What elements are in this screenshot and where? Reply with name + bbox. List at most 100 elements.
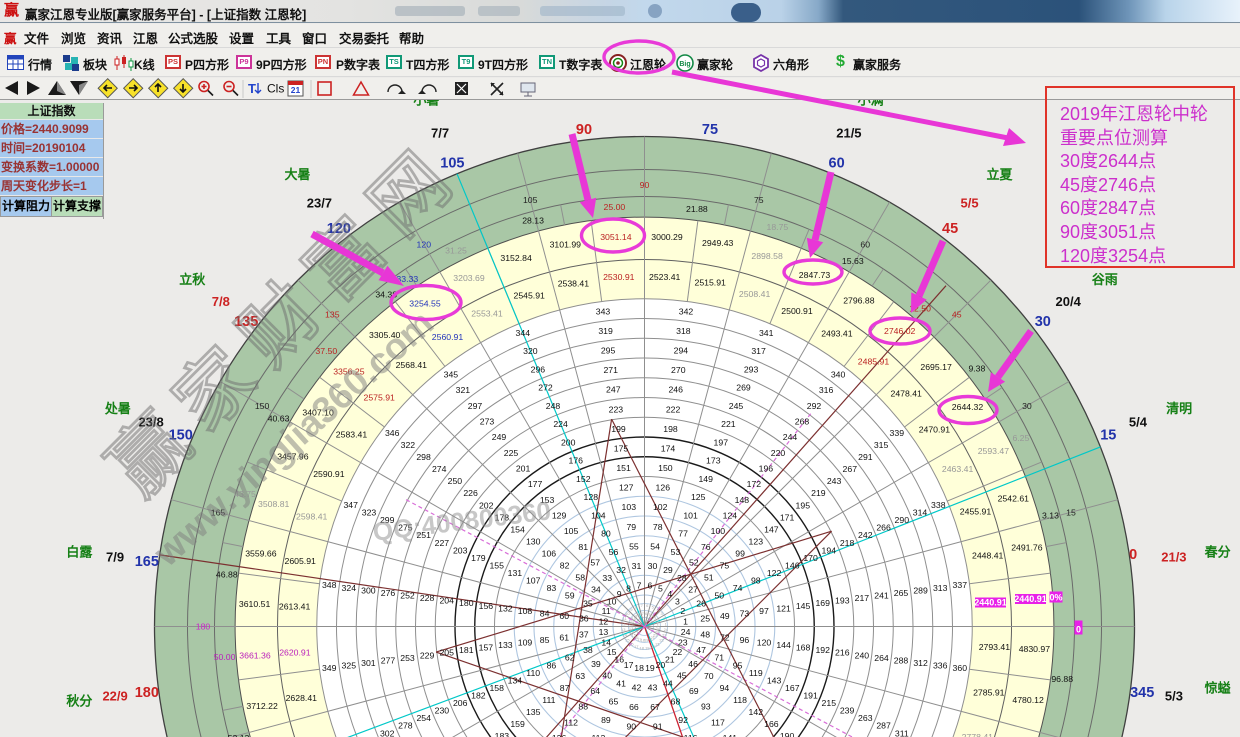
svg-text:78: 78 <box>653 522 663 532</box>
svg-text:341: 341 <box>759 328 774 338</box>
svg-text:43: 43 <box>648 682 658 692</box>
svg-text:141: 141 <box>723 733 738 737</box>
svg-text:2847.73: 2847.73 <box>799 270 831 280</box>
svg-text:46.88: 46.88 <box>216 569 238 579</box>
svg-text:75: 75 <box>754 195 764 205</box>
svg-text:243: 243 <box>827 476 842 486</box>
svg-text:127: 127 <box>619 483 634 493</box>
svg-text:2620.91: 2620.91 <box>279 647 311 657</box>
svg-text:13: 13 <box>621 627 626 632</box>
svg-text:176: 176 <box>568 456 583 466</box>
svg-text:168: 168 <box>796 643 811 653</box>
svg-text:117: 117 <box>711 717 725 727</box>
svg-text:128: 128 <box>584 492 599 502</box>
svg-text:321: 321 <box>456 385 471 395</box>
svg-text:277: 277 <box>381 656 396 666</box>
svg-text:50.00: 50.00 <box>214 652 236 662</box>
svg-text:28: 28 <box>677 573 687 583</box>
svg-text:2898.58: 2898.58 <box>751 251 783 261</box>
svg-text:155: 155 <box>489 561 504 571</box>
svg-text:340: 340 <box>831 369 846 379</box>
svg-text:173: 173 <box>706 456 721 466</box>
svg-text:28.13: 28.13 <box>522 216 544 226</box>
svg-text:Cls: Cls <box>267 82 284 96</box>
svg-text:21.88: 21.88 <box>686 204 708 214</box>
svg-text:15.63: 15.63 <box>842 256 864 266</box>
svg-text:11: 11 <box>602 606 611 616</box>
svg-text:12: 12 <box>599 616 609 626</box>
svg-text:315: 315 <box>874 440 889 450</box>
svg-text:Big: Big <box>679 61 690 68</box>
svg-text:111: 111 <box>542 695 555 705</box>
svg-text:107: 107 <box>526 576 541 586</box>
svg-text:130: 130 <box>526 536 541 546</box>
svg-text:3610.51: 3610.51 <box>239 599 271 609</box>
svg-text:2: 2 <box>680 606 685 616</box>
svg-text:215: 215 <box>822 698 837 708</box>
svg-text:2448.41: 2448.41 <box>972 551 1004 561</box>
svg-text:2478.41: 2478.41 <box>890 389 922 399</box>
svg-text:5/4: 5/4 <box>1129 415 1148 430</box>
svg-text:1: 1 <box>683 616 688 626</box>
svg-text:217: 217 <box>855 593 870 603</box>
svg-text:152: 152 <box>576 474 591 484</box>
svg-text:T: T <box>248 81 256 96</box>
svg-text:23: 23 <box>662 633 667 638</box>
svg-text:2793.41: 2793.41 <box>979 642 1011 652</box>
svg-text:193: 193 <box>835 596 850 606</box>
svg-text:290: 290 <box>895 515 910 525</box>
svg-text:76: 76 <box>701 542 711 552</box>
svg-text:174: 174 <box>661 444 676 454</box>
svg-text:3559.66: 3559.66 <box>245 549 277 559</box>
svg-text:21: 21 <box>291 85 301 95</box>
svg-text:39: 39 <box>591 659 601 669</box>
svg-text:惊螠: 惊螠 <box>1205 680 1231 695</box>
svg-text:264: 264 <box>874 653 889 663</box>
svg-text:317: 317 <box>751 346 766 356</box>
svg-text:345: 345 <box>1130 685 1154 701</box>
svg-text:123: 123 <box>749 536 764 546</box>
svg-text:2590.91: 2590.91 <box>313 469 345 479</box>
svg-text:229: 229 <box>420 650 435 660</box>
svg-text:93: 93 <box>701 702 711 712</box>
svg-text:33.33: 33.33 <box>396 274 418 284</box>
svg-text:20: 20 <box>656 660 666 670</box>
svg-text:179: 179 <box>471 553 486 563</box>
svg-text:18: 18 <box>634 663 644 673</box>
svg-text:36: 36 <box>579 614 589 624</box>
svg-text:34.38: 34.38 <box>375 289 397 299</box>
svg-text:30: 30 <box>648 561 658 571</box>
svg-text:2485.91: 2485.91 <box>858 356 890 366</box>
svg-text:27: 27 <box>688 584 698 594</box>
svg-text:345: 345 <box>444 369 459 379</box>
svg-text:89: 89 <box>601 715 611 725</box>
svg-text:322: 322 <box>401 440 416 450</box>
svg-text:46: 46 <box>688 659 698 669</box>
svg-text:2523.41: 2523.41 <box>649 272 681 282</box>
svg-text:3: 3 <box>675 596 680 606</box>
svg-text:343: 343 <box>596 306 611 316</box>
svg-text:90: 90 <box>626 722 636 732</box>
svg-text:3000.29: 3000.29 <box>651 232 683 242</box>
svg-text:2695.17: 2695.17 <box>920 362 952 372</box>
svg-text:104: 104 <box>591 510 606 520</box>
svg-text:124: 124 <box>723 510 738 520</box>
svg-text:45: 45 <box>942 221 958 237</box>
svg-text:294: 294 <box>674 346 689 356</box>
svg-text:3712.22: 3712.22 <box>246 701 278 711</box>
svg-text:248: 248 <box>546 401 561 411</box>
svg-text:95: 95 <box>733 660 743 670</box>
svg-text:300: 300 <box>361 585 376 595</box>
svg-text:2644.32: 2644.32 <box>952 402 984 412</box>
svg-text:4830.97: 4830.97 <box>1019 644 1051 654</box>
svg-text:7/8: 7/8 <box>212 294 230 309</box>
svg-text:360: 360 <box>953 663 968 673</box>
svg-text:313: 313 <box>933 583 948 593</box>
svg-text:56: 56 <box>609 547 619 557</box>
svg-text:65: 65 <box>609 697 619 707</box>
svg-text:79: 79 <box>626 522 636 532</box>
svg-text:68: 68 <box>671 697 681 707</box>
svg-text:105: 105 <box>440 156 464 172</box>
svg-text:29: 29 <box>663 565 673 575</box>
svg-text:8: 8 <box>626 583 631 593</box>
